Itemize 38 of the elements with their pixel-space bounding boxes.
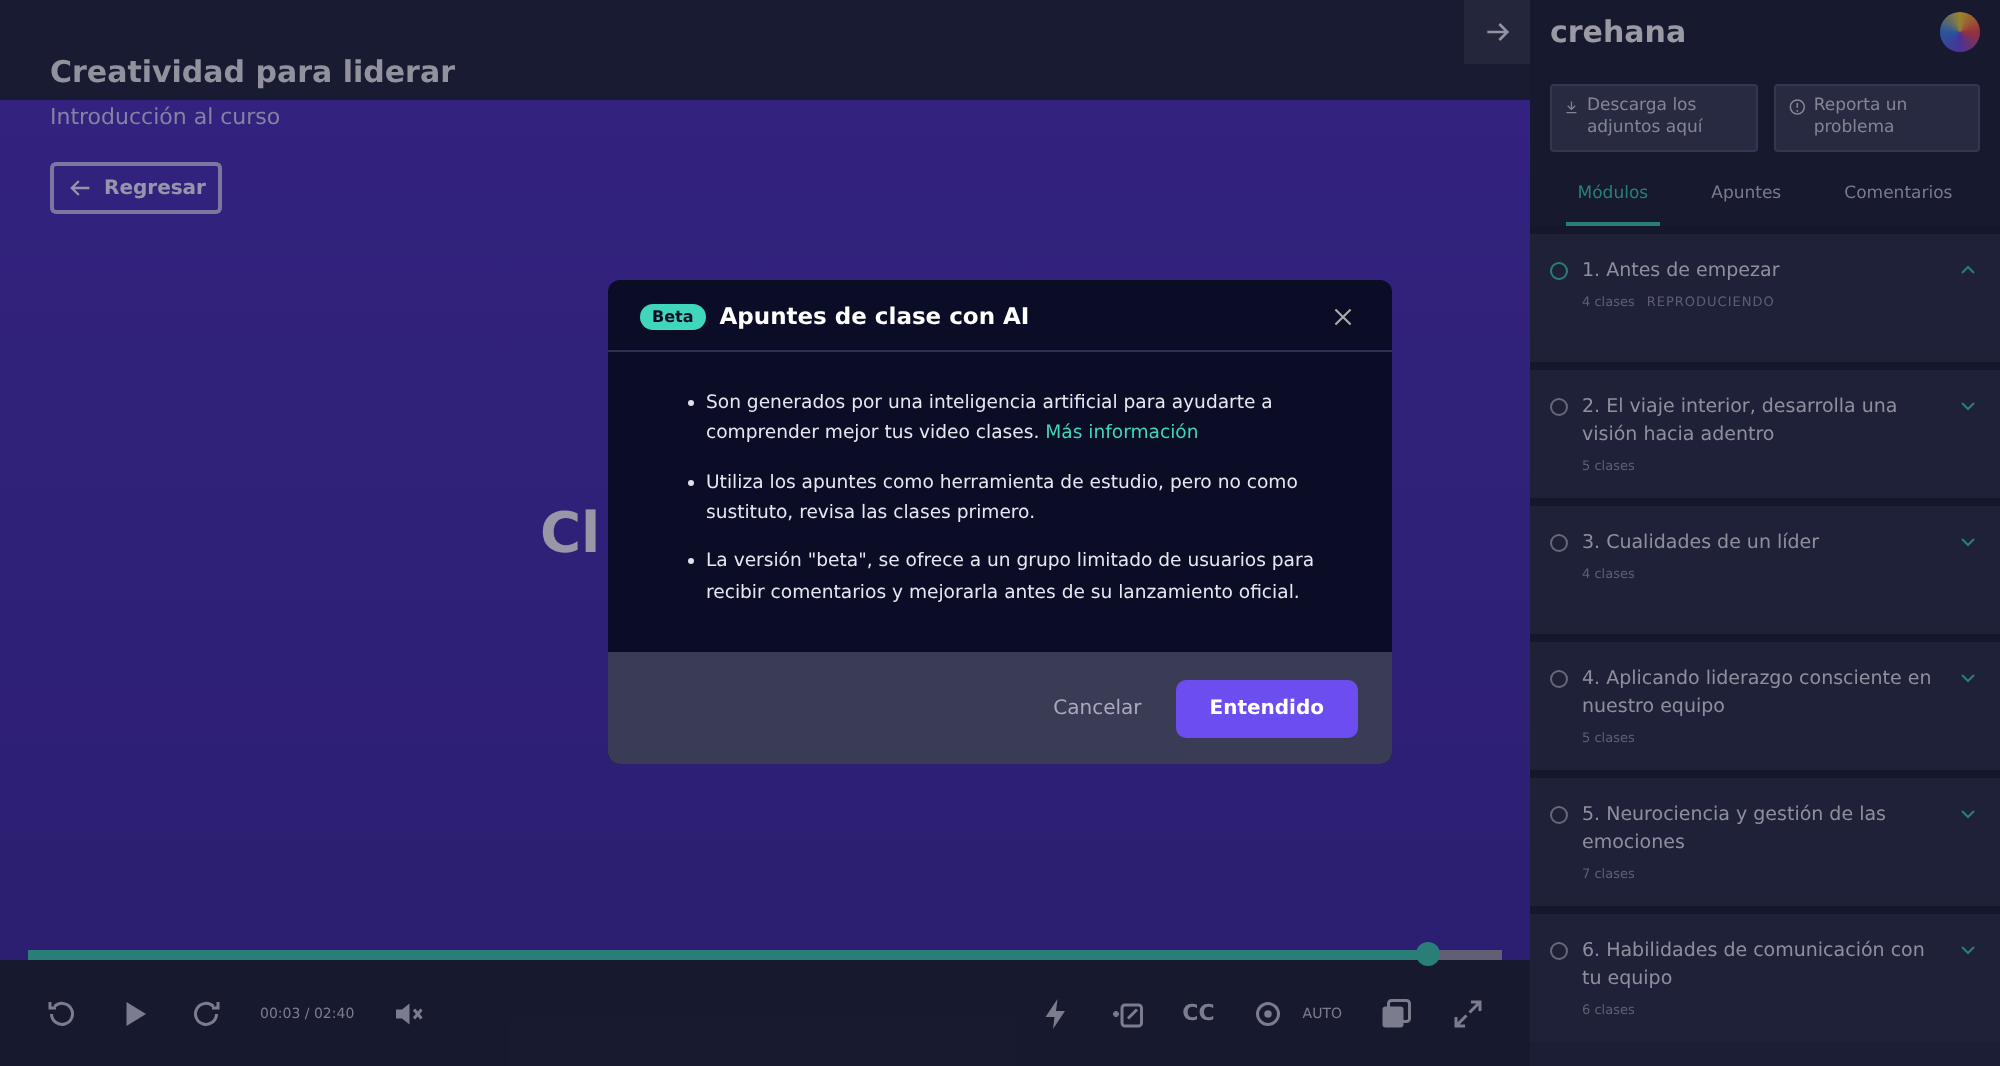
module-title: 3. Cualidades de un líder (1582, 530, 1822, 558)
module-title: 2. El viaje interior, desarrolla una visión hacia adentro (1582, 394, 1900, 450)
alert-icon (1787, 96, 1806, 118)
report-problem-button[interactable]: Reporta un problema (1773, 84, 1980, 153)
sidebar-tab[interactable]: Apuntes (1699, 168, 1794, 227)
layers-icon (1378, 995, 1414, 1031)
course-title: Creatividad para liderar (50, 54, 455, 90)
download-icon (1564, 96, 1579, 118)
fullscreen-button[interactable] (1450, 995, 1486, 1031)
module-title: 4. Aplicando liderazgo consciente en nuestro equipo (1582, 666, 1934, 722)
captions-button[interactable]: CC (1182, 1000, 1215, 1026)
bullet-icon (688, 400, 694, 406)
module-title: 6. Habilidades de comunicación con tu equipo (1582, 938, 1927, 994)
bullet-text: La versión "beta", se ofrece a un grupo limitado de usuarios para recibir comentarios y mejorarla antes de su lanzamiento oficial. (706, 548, 1317, 608)
collapse-sidebar-button[interactable] (1464, 0, 1530, 64)
module-title: 5. Neurociencia y gestión de las emociones (1582, 802, 1888, 858)
more-info-link[interactable]: Más información (1045, 422, 1199, 445)
beta-badge: Beta (640, 303, 706, 329)
close-icon (1330, 303, 1356, 329)
expand-icon (1450, 995, 1486, 1031)
bullet-icon (688, 479, 694, 486)
user-avatar[interactable] (1940, 12, 1980, 52)
sidebar-tab[interactable]: Comentarios (1832, 168, 1965, 227)
course-subtitle: Introducción al curso (50, 104, 281, 130)
module-title: 1. Antes de empezar (1582, 258, 1782, 286)
dialog-title: Apuntes de clase con AI (719, 302, 1032, 330)
progress-thumb[interactable] (1416, 942, 1441, 966)
close-button[interactable] (1330, 303, 1356, 329)
download-attachments-button[interactable]: Descarga los adjuntos aquí (1550, 84, 1757, 153)
bullet-text: Utiliza los apuntes como herramienta de estudio, pero no como sustituto, revisa las clases primero. (706, 469, 1300, 528)
bullet-text: Son generados por una inteligencia artificial para ayudarte a comprender mejor tus video clases. Más información (706, 390, 1275, 449)
video-title: Cl (540, 500, 601, 566)
picture-in-picture-button[interactable] (1378, 995, 1414, 1031)
back-button[interactable]: Regresar (50, 162, 222, 214)
logo-text: crehana (1550, 14, 1687, 50)
bullet-icon (688, 558, 694, 565)
cancel-button[interactable]: Cancelar (1053, 697, 1142, 720)
confirm-button[interactable]: Entendido (1175, 679, 1358, 738)
